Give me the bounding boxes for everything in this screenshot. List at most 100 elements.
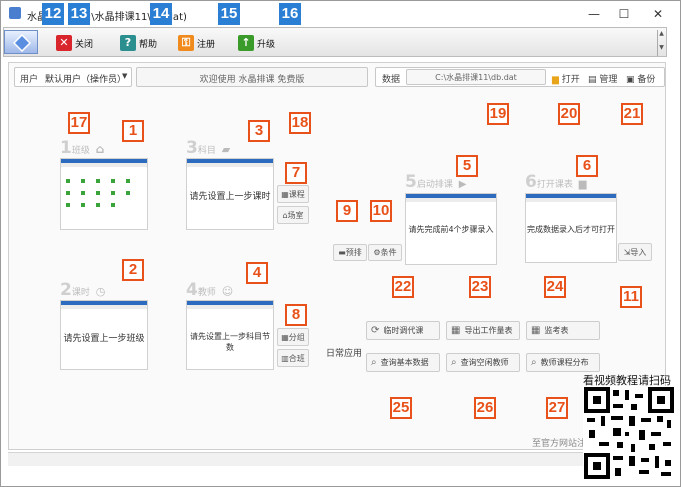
open-db-button[interactable]: ▆ 打开 — [552, 72, 580, 85]
marker-12: 12 — [42, 3, 64, 25]
close-button[interactable]: ✕ 关闭 — [56, 32, 93, 54]
gear-icon: ⚙ — [373, 248, 381, 257]
import-icon: ⇲ — [623, 247, 631, 257]
close-label: 关闭 — [75, 39, 94, 50]
marker-19: 19 — [487, 103, 509, 125]
upgrade-arrow-icon: ↑ — [238, 35, 254, 51]
merge-icon: ▥ — [281, 353, 289, 363]
marker-2: 2 — [122, 259, 144, 281]
backup-db-button[interactable]: ▣ 备份 — [626, 72, 655, 85]
search-icon: ⌕ — [371, 357, 377, 368]
marker-4: 4 — [246, 262, 268, 284]
manage-icon: ▤ — [588, 75, 597, 85]
marker-27: 27 — [546, 397, 568, 419]
official-site-link[interactable]: 至官方网站注 — [532, 436, 586, 449]
upgrade-button[interactable]: ↑ 升级 — [238, 32, 275, 54]
search-icon: ⌕ — [451, 357, 457, 368]
step-name: 班级 — [71, 146, 90, 156]
save-icon: ▣ — [626, 75, 635, 85]
step-class-thumbnail[interactable] — [60, 158, 148, 230]
close-window-button[interactable]: ✕ — [645, 3, 671, 25]
query-basic-data-button[interactable]: ⌕ 查询基本数据 — [366, 353, 440, 372]
step-subject-card[interactable]: 3科目 ▰ — [186, 138, 230, 158]
database-path: C:\水晶排课11\db.dat — [435, 73, 517, 82]
step-open-timetable-thumbnail[interactable]: 完成数据录入后才可打开 — [525, 193, 617, 263]
status-bar — [8, 452, 666, 466]
app-menu-button[interactable] — [4, 30, 38, 54]
marker-6: 6 — [576, 155, 598, 177]
database-path-field: C:\水晶排课11\db.dat — [406, 69, 546, 85]
step-number: 1 — [60, 138, 72, 158]
course-button[interactable]: ▦ 课程 — [277, 185, 309, 203]
marker-13: 13 — [68, 3, 90, 25]
group-icon: ▦ — [281, 332, 289, 342]
folder-icon: ▆ — [552, 75, 559, 85]
step-teacher-card[interactable]: 4教师 ☺ — [186, 280, 233, 300]
temp-substitute-button[interactable]: ⟳ 临时调代课 — [366, 321, 440, 340]
marker-20: 20 — [558, 103, 580, 125]
marker-1: 1 — [122, 120, 144, 142]
prearrange-button[interactable]: ▬ 预排 — [333, 244, 367, 261]
clock-icon: ◷ — [95, 285, 106, 298]
step-period-card[interactable]: 2课时 ◷ — [60, 280, 105, 300]
help-label: 帮助 — [139, 39, 158, 50]
register-label: 注册 — [197, 39, 216, 50]
marker-9: 9 — [336, 200, 358, 222]
qr-code — [583, 386, 675, 480]
table-icon: ▦ — [531, 325, 541, 336]
daily-apps-label: 日常应用 — [326, 349, 363, 359]
invigilation-button[interactable]: ▦ 监考表 — [526, 321, 600, 340]
condition-button[interactable]: ⚙ 条件 — [368, 244, 402, 261]
classroom-button[interactable]: ⌂ 场室 — [277, 206, 309, 224]
teacher-course-distribution-button[interactable]: ⌕ 教师课程分布 — [526, 353, 600, 372]
house-icon: ⌂ — [95, 142, 105, 156]
step-teacher-message: 请先设置上一步科目节数 — [190, 332, 270, 352]
key-icon: ⚿ — [178, 35, 194, 51]
marker-7: 7 — [285, 162, 307, 184]
step-schedule-thumbnail[interactable]: 请先完成前4个步骤录入 — [405, 193, 497, 265]
qr-code-icon — [584, 387, 674, 479]
crystal-icon — [13, 34, 31, 52]
group-button[interactable]: ▦ 分组 — [277, 328, 309, 346]
marker-8: 8 — [285, 304, 307, 326]
query-free-teachers-button[interactable]: ⌕ 查询空闲教师 — [446, 353, 520, 372]
marker-10: 10 — [370, 200, 392, 222]
minimize-button[interactable]: — — [581, 3, 607, 25]
manage-db-button[interactable]: ▤ 管理 — [588, 72, 617, 85]
step-class-card[interactable]: 1班级 ⌂ — [60, 138, 104, 158]
marker-18: 18 — [289, 112, 311, 134]
marker-15: 15 — [218, 3, 240, 25]
welcome-text: 欢迎使用 水晶排课 免费版 — [199, 75, 305, 85]
user-select-value: 默认用户（操作员） — [45, 75, 127, 85]
chevron-down-icon: ▼ — [122, 72, 128, 80]
import-button[interactable]: ⇲ 导入 — [618, 243, 652, 261]
step-teacher-thumbnail[interactable]: 请先设置上一步科目节数 — [186, 300, 274, 370]
export-workload-button[interactable]: ▦ 导出工作量表 — [446, 321, 520, 340]
toolbar-scroll-grip[interactable]: ▲ ▼ — [657, 30, 665, 56]
marker-22: 22 — [392, 276, 414, 298]
merge-class-button[interactable]: ▥ 合班 — [277, 349, 309, 367]
swap-icon: ⟳ — [371, 325, 380, 336]
register-button[interactable]: ⚿ 注册 — [178, 32, 215, 54]
step-subject-thumbnail[interactable]: 请先设置上一步课时 — [186, 158, 274, 230]
marker-23: 23 — [469, 276, 491, 298]
user-selector[interactable]: 用户 默认用户（操作员） ▼ — [14, 67, 132, 87]
step-period-message: 请先设置上一步班级 — [63, 334, 145, 344]
help-icon: ? — [120, 35, 136, 51]
marker-11: 11 — [620, 286, 642, 308]
close-icon: ✕ — [56, 35, 72, 51]
help-button[interactable]: ? 帮助 — [120, 32, 157, 54]
export-icon: ▦ — [451, 325, 461, 336]
marker-25: 25 — [390, 397, 412, 419]
step-schedule-message: 请先完成前4个步骤录入 — [408, 225, 494, 234]
step-open-timetable-message: 完成数据录入后才可打开 — [527, 225, 615, 234]
folder-icon: ▆ — [578, 179, 587, 190]
maximize-button[interactable]: ☐ — [611, 3, 637, 25]
marker-26: 26 — [474, 397, 496, 419]
marker-16: 16 — [279, 3, 301, 25]
marker-24: 24 — [544, 276, 566, 298]
prearrange-icon: ▬ — [338, 248, 346, 257]
book-icon: ▰ — [221, 143, 231, 156]
upgrade-label: 升级 — [257, 39, 276, 50]
step-period-thumbnail[interactable]: 请先设置上一步班级 — [60, 300, 148, 370]
